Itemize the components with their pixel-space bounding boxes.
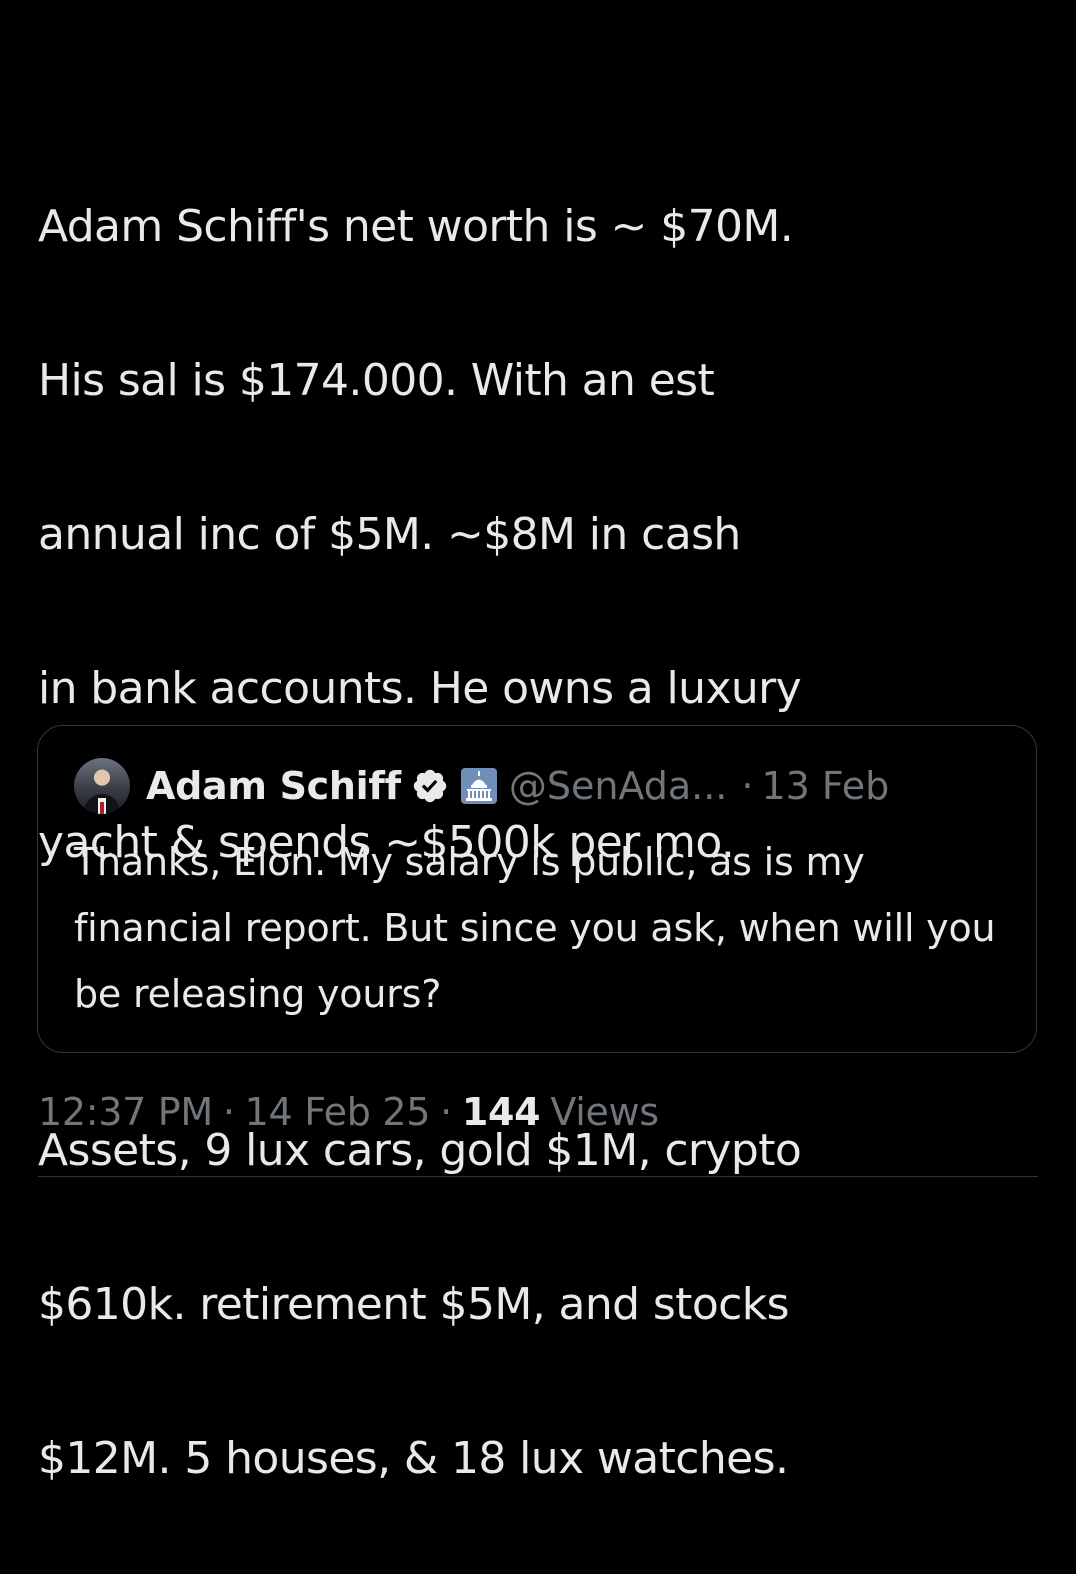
quoted-tweet-card[interactable]: Adam Schiff @SenAda... · 13 Feb Thanks, … (37, 725, 1037, 1053)
tweet-line: in bank accounts. He owns a luxury (38, 663, 802, 714)
quoted-tweet-header: Adam Schiff @SenAda... · 13 Feb (74, 756, 889, 816)
quoted-author-name[interactable]: Adam Schiff (146, 764, 401, 808)
tweet-date[interactable]: 14 Feb 25 (245, 1090, 431, 1134)
header-separator: · (741, 764, 754, 808)
meta-separator: · (222, 1090, 235, 1134)
avatar[interactable] (74, 758, 130, 814)
quoted-author-handle[interactable]: @SenAda... (509, 764, 728, 808)
verified-badge-icon (413, 769, 447, 803)
tweet-line: $12M. 5 houses, & 18 lux watches. (38, 1433, 789, 1484)
tweet-line: Adam Schiff's net worth is ~ $70M. (38, 201, 794, 252)
tweet-time[interactable]: 12:37 PM (38, 1090, 213, 1134)
views-count[interactable]: 144 (462, 1090, 541, 1134)
meta-separator: · (440, 1090, 452, 1134)
quoted-tweet-date[interactable]: 13 Feb (761, 764, 889, 808)
quoted-tweet-body: Thanks, Elon. My salary is public, as is… (74, 840, 996, 1016)
tweet-line: annual inc of $5M. ~$8M in cash (38, 509, 741, 560)
us-capitol-icon (460, 768, 497, 804)
views-label: Views (550, 1090, 659, 1134)
tweet-line: His sal is $174.000. With an est (38, 355, 715, 406)
avatar-tie (100, 802, 104, 814)
tweet-meta: 12:37 PM · 14 Feb 25 · 144 Views (38, 1082, 659, 1142)
divider (38, 1176, 1038, 1177)
tweet-line: $610k. retirement $5M, and stocks (38, 1279, 790, 1330)
